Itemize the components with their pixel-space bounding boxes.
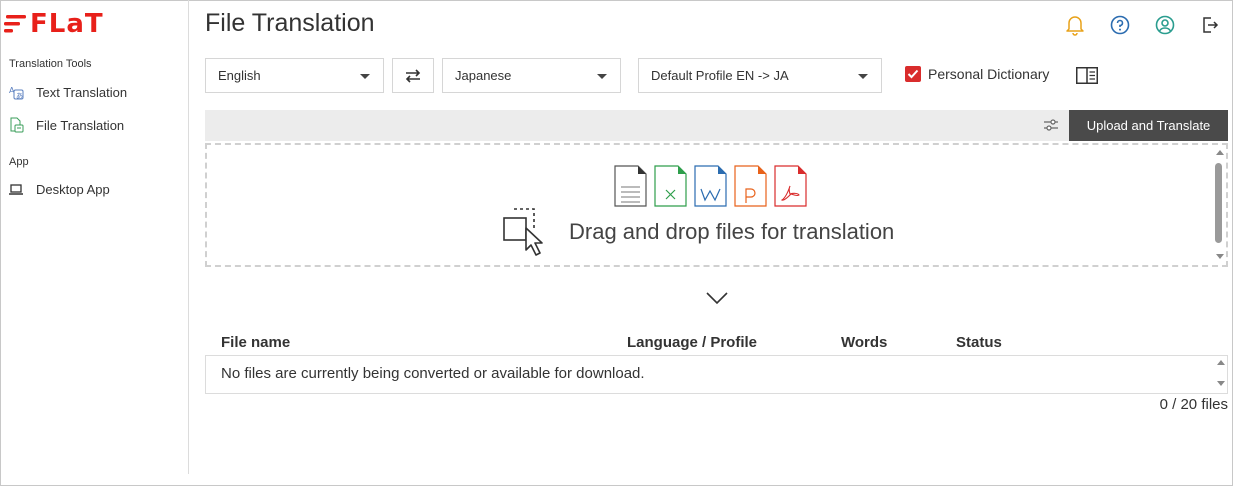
excel-file-icon [654,165,687,207]
svg-text:あ: あ [16,92,23,100]
sidebar-item-label: Text Translation [36,84,128,100]
supported-file-types [614,165,807,207]
drop-zone-text: Drag and drop files for translation [569,219,895,244]
file-translate-icon [8,117,24,133]
chevron-down-icon [597,74,607,79]
profile-select[interactable]: Default Profile EN -> JA [638,58,882,93]
sidebar-item-text-translation[interactable]: A あ Text Translation [8,84,128,101]
settings-sliders-icon[interactable] [1043,117,1059,133]
help-icon[interactable] [1109,14,1131,36]
sidebar-section-app: App [9,156,29,168]
logo-text: FLaT [30,9,104,39]
personal-dictionary-checkbox[interactable] [905,66,921,82]
target-language-select[interactable]: Japanese [442,58,621,93]
swap-languages-button[interactable] [392,58,434,93]
file-count: 0 / 20 files [1159,396,1228,413]
sidebar: FLaT Translation Tools A あ Text Translat… [0,0,189,474]
translate-icon: A あ [8,84,24,100]
check-icon [907,69,919,79]
app-logo[interactable]: FLaT [4,9,104,39]
scroll-up-icon[interactable] [1217,360,1225,365]
dictionary-panel-icon[interactable] [1076,67,1098,84]
scroll-down-icon[interactable] [1217,381,1225,386]
chevron-down-icon[interactable] [705,290,729,306]
personal-dictionary-toggle[interactable]: Personal Dictionary [905,66,1049,82]
txt-file-icon [614,165,647,207]
scroll-up-icon[interactable] [1216,150,1224,155]
upload-and-translate-button[interactable]: Upload and Translate [1069,110,1228,141]
chevron-down-icon [360,74,370,79]
column-header-status: Status [956,334,1002,351]
column-header-file-name: File name [221,334,291,351]
page-title: File Translation [205,9,375,37]
sidebar-item-label: File Translation [36,117,125,133]
scroll-down-icon[interactable] [1216,254,1224,259]
scrollbar-thumb[interactable] [1215,163,1222,243]
source-language-select[interactable]: English [205,58,384,93]
empty-table-message: No files are currently being converted o… [221,365,645,382]
target-language-value: Japanese [455,68,512,83]
column-header-words: Words [841,334,888,351]
logout-icon[interactable] [1199,14,1221,36]
column-header-language-profile: Language / Profile [627,334,758,351]
sidebar-item-label: Desktop App [36,181,110,197]
chevron-down-icon [858,74,868,79]
sidebar-item-file-translation[interactable]: File Translation [8,117,124,133]
sidebar-section-translation-tools: Translation Tools [9,58,92,70]
pdf-file-icon [774,165,807,207]
personal-dictionary-label: Personal Dictionary [928,66,1050,82]
word-file-icon [694,165,727,207]
profile-value: Default Profile EN -> JA [651,68,789,83]
sidebar-item-desktop-app[interactable]: Desktop App [8,181,110,197]
bell-icon[interactable] [1064,14,1086,36]
drag-drop-icon [503,208,543,256]
logo-mark-icon [4,15,26,33]
user-icon[interactable] [1154,14,1176,36]
swap-icon [405,68,421,83]
laptop-icon [8,181,24,197]
source-language-value: English [218,68,261,83]
drop-zone-scrollbar[interactable] [1213,147,1225,263]
powerpoint-file-icon [734,165,767,207]
